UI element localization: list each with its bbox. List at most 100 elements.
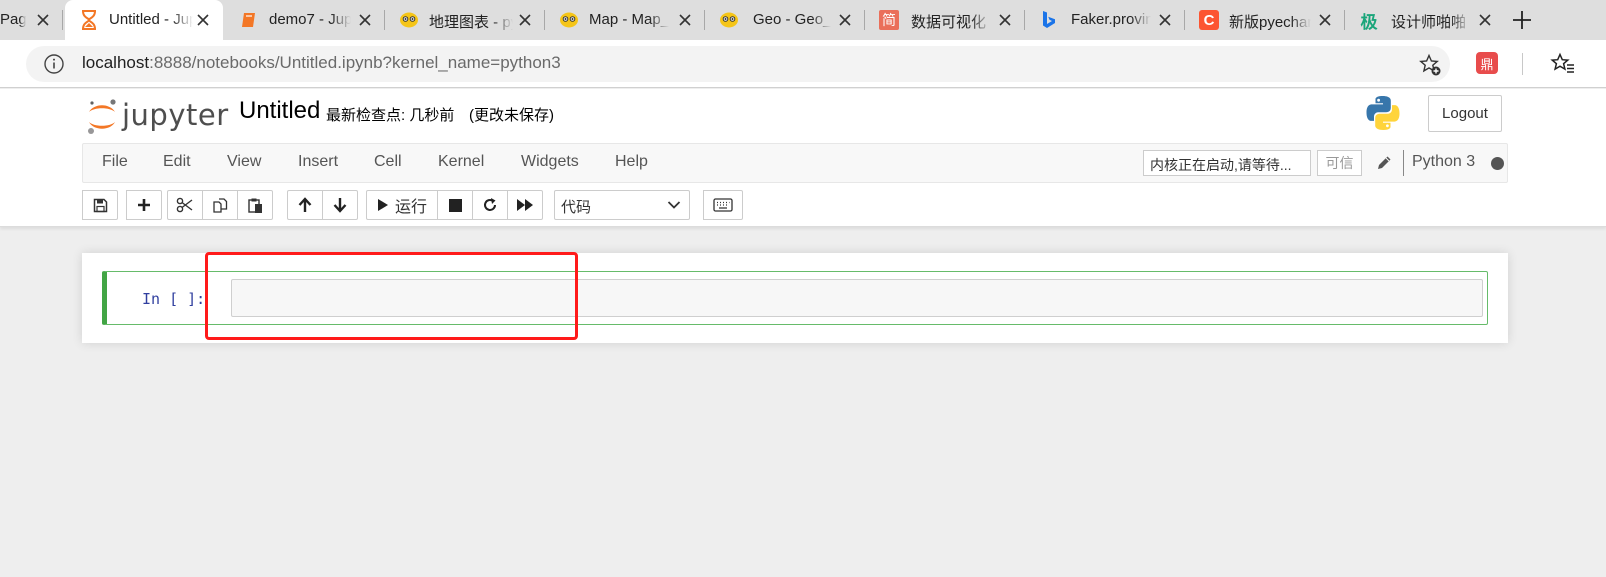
- run-button[interactable]: 运行: [366, 190, 439, 220]
- browser-tab[interactable]: Page: [0, 0, 63, 40]
- tab-close-icon[interactable]: [837, 12, 853, 28]
- browser-tab[interactable]: Geo - Geo_pyecharts: [705, 0, 865, 40]
- tab-label: 设计师啪啪: [1391, 14, 1467, 31]
- logout-button[interactable]: Logout: [1428, 95, 1502, 132]
- tab-label: Geo - Geo_pyecharts: [753, 11, 831, 28]
- tab-close-icon[interactable]: [997, 12, 1013, 28]
- new-tab-plus-icon[interactable]: [1510, 8, 1534, 32]
- tab-label: Faker.provinces: [1071, 11, 1151, 28]
- toolbar-group-keyboard: [703, 190, 743, 220]
- chevron-down-icon: [667, 201, 681, 209]
- cell-type-value: 代码: [561, 199, 592, 216]
- menu-help[interactable]: Help: [615, 153, 648, 171]
- menu-edit[interactable]: Edit: [163, 153, 191, 171]
- cut-button[interactable]: [167, 190, 203, 220]
- tab-close-icon[interactable]: [677, 12, 693, 28]
- move-down-button[interactable]: [322, 190, 358, 220]
- toolbar-group-insert: [126, 190, 162, 220]
- notebook-name[interactable]: Untitled: [239, 97, 320, 125]
- browser-tab[interactable]: Faker.provinces: [1025, 0, 1185, 40]
- jupyter-logo[interactable]: jupyter: [86, 97, 228, 137]
- tab-close-icon[interactable]: [517, 12, 533, 28]
- info-icon[interactable]: [43, 53, 65, 75]
- favorites-icon[interactable]: [1550, 52, 1576, 76]
- browser-tab-strip: Page Untitled - Jupyter demo7 - Jupyter …: [0, 0, 1606, 40]
- interrupt-button[interactable]: [437, 190, 474, 220]
- restart-button[interactable]: [472, 190, 509, 220]
- tab-close-icon[interactable]: [357, 12, 373, 28]
- save-button[interactable]: [82, 190, 118, 220]
- browser-tab[interactable]: Map - Map_pyecharts: [545, 0, 705, 40]
- restart-icon: [484, 198, 497, 211]
- cell-type-select[interactable]: 代码: [554, 190, 690, 220]
- hourglass-icon: [79, 10, 99, 30]
- annotation-highlight-box: [205, 252, 578, 340]
- browser-tab[interactable]: C 新版pyecharts: [1185, 0, 1345, 40]
- menu-view[interactable]: View: [227, 153, 261, 171]
- run-label: 运行: [395, 199, 428, 216]
- checkpoint-status: 最新检查点: 几秒前: [326, 107, 455, 124]
- kernel-busy-indicator-icon: [1491, 157, 1504, 170]
- save-icon: [93, 198, 107, 212]
- book-icon: [239, 10, 259, 30]
- tab-separator: [62, 10, 63, 30]
- tab-label: Page: [0, 11, 26, 28]
- menu-cell[interactable]: Cell: [374, 153, 402, 171]
- restart-run-all-button[interactable]: [507, 190, 544, 220]
- kernel-name[interactable]: Python 3: [1412, 153, 1475, 171]
- url-path: :8888/notebooks/Untitled.ipynb?kernel_na…: [149, 53, 561, 72]
- copy-button[interactable]: [202, 190, 238, 220]
- browser-tab-active[interactable]: Untitled - Jupyter: [65, 0, 223, 40]
- toolbar-group-save: [82, 190, 118, 220]
- ji-icon: 极: [1360, 12, 1378, 32]
- kernel-divider: [1403, 150, 1404, 176]
- toolbar-group-move: [287, 190, 358, 220]
- pyecharts-icon: [559, 10, 579, 30]
- tab-close-icon[interactable]: [1477, 12, 1493, 28]
- insert-cell-button[interactable]: [126, 190, 162, 220]
- tab-close-icon[interactable]: [1157, 12, 1173, 28]
- keyboard-icon: [713, 198, 733, 212]
- fast-forward-icon: [517, 199, 534, 211]
- csdn-icon: C: [1199, 10, 1219, 30]
- menu-file[interactable]: File: [102, 153, 128, 171]
- add-favorite-star-icon[interactable]: [1418, 53, 1442, 77]
- copy-icon: [212, 197, 227, 213]
- tab-label: 新版pyecharts: [1229, 14, 1311, 31]
- python-logo-icon: [1363, 93, 1403, 133]
- paste-icon: [247, 198, 262, 213]
- tab-close-icon[interactable]: [1317, 12, 1333, 28]
- input-prompt: In [ ]:: [142, 290, 206, 308]
- browser-tab[interactable]: 地理图表 - pyecharts: [385, 0, 545, 40]
- command-palette-button[interactable]: [703, 190, 743, 220]
- paste-button[interactable]: [237, 190, 273, 220]
- stop-icon: [448, 198, 462, 212]
- bing-icon: [1039, 10, 1059, 30]
- arrow-down-icon: [333, 198, 347, 213]
- pyecharts-icon: [399, 10, 419, 30]
- toolbar-group-run: 运行: [366, 190, 544, 220]
- arrow-up-icon: [298, 197, 312, 212]
- address-bar-row: localhost:8888/notebooks/Untitled.ipynb?…: [0, 40, 1606, 88]
- tab-close-icon[interactable]: [35, 12, 51, 28]
- tab-label: 数据可视化: [911, 14, 987, 31]
- tab-close-icon[interactable]: [195, 12, 211, 28]
- jupyter-logo-text: jupyter: [122, 98, 229, 132]
- kernel-status-indicator: 内核正在启动,请等待...: [1143, 150, 1311, 176]
- trusted-notebook-button[interactable]: 可信: [1317, 150, 1362, 176]
- play-icon: [378, 199, 388, 211]
- menu-widgets[interactable]: Widgets: [521, 153, 579, 171]
- toolbar-group-clipboard: [167, 190, 273, 220]
- pencil-icon[interactable]: [1375, 154, 1393, 172]
- menu-kernel[interactable]: Kernel: [438, 153, 484, 171]
- menu-insert[interactable]: Insert: [298, 153, 338, 171]
- browser-tab[interactable]: 极 设计师啪啪: [1345, 0, 1505, 40]
- move-up-button[interactable]: [287, 190, 323, 220]
- url-text[interactable]: localhost:8888/notebooks/Untitled.ipynb?…: [82, 53, 561, 73]
- scissors-icon: [176, 197, 193, 213]
- tab-label: 地理图表 - pyecharts: [429, 14, 513, 31]
- pyecharts-icon: [719, 10, 739, 30]
- browser-tab[interactable]: 简 数据可视化: [865, 0, 1025, 40]
- browser-tab[interactable]: demo7 - Jupyter: [225, 0, 385, 40]
- extension-icon[interactable]: 鼎: [1476, 52, 1498, 74]
